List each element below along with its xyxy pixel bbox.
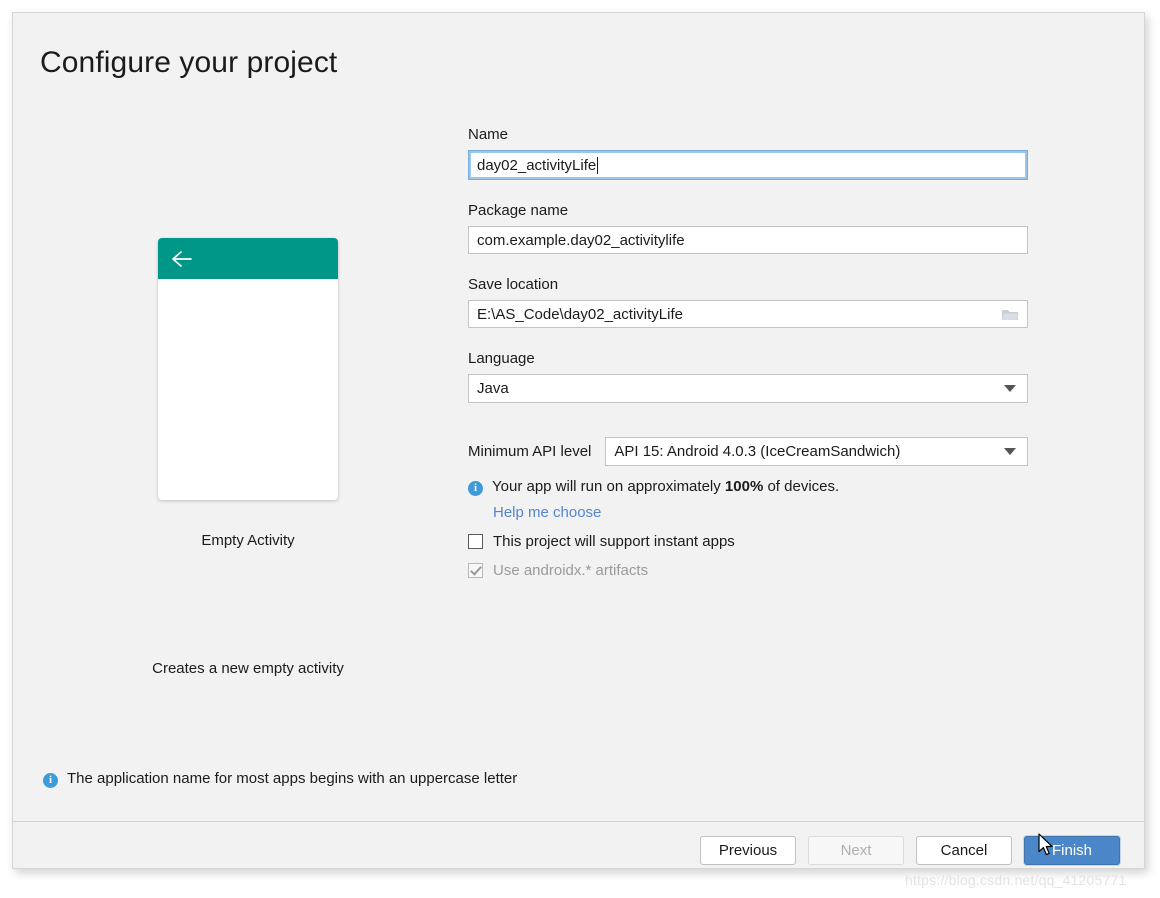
chevron-down-icon [1004, 448, 1016, 455]
help-me-choose-link[interactable]: Help me choose [493, 504, 601, 521]
minimum-api-row: Minimum API level API 15: Android 4.0.3 … [468, 437, 1028, 466]
language-select-value: Java [477, 380, 509, 397]
language-select[interactable]: Java [468, 374, 1028, 403]
api-coverage-prefix: Your app will run on approximately [492, 478, 725, 495]
package-name-input-value: com.example.day02_activitylife [477, 231, 685, 249]
api-coverage-text: Your app will run on approximately 100% … [492, 478, 839, 495]
name-input[interactable]: day02_activityLife [468, 150, 1028, 180]
footer-divider [13, 821, 1144, 822]
androidx-checkbox [468, 563, 483, 578]
status-message: i The application name for most apps beg… [43, 770, 517, 788]
previous-button[interactable]: Previous [700, 836, 796, 865]
api-coverage-info: i Your app will run on approximately 100… [468, 478, 1028, 496]
name-input-value: day02_activityLife [477, 156, 597, 174]
page-title: Configure your project [40, 46, 338, 79]
minimum-api-select-value: API 15: Android 4.0.3 (IceCreamSandwich) [614, 443, 901, 460]
project-config-form: Name day02_activityLife Package name com… [468, 126, 1028, 579]
api-coverage-percent: 100% [724, 478, 764, 495]
template-preview-panel: Empty Activity Creates a new empty activ… [43, 238, 453, 677]
finish-button[interactable]: Finish [1024, 836, 1120, 865]
minimum-api-label: Minimum API level [468, 443, 592, 460]
template-description-label: Creates a new empty activity [152, 660, 344, 677]
watermark-text: https://blog.csdn.net/qq_41205771 [905, 872, 1127, 888]
minimum-api-select[interactable]: API 15: Android 4.0.3 (IceCreamSandwich) [605, 437, 1028, 466]
arrow-left-icon [171, 250, 193, 273]
language-field-group: Language Java [468, 350, 1028, 403]
dialog-footer: Previous Next Cancel Finish [700, 836, 1120, 865]
preview-appbar [158, 238, 338, 279]
instant-apps-checkbox[interactable] [468, 534, 483, 549]
template-name-label: Empty Activity [201, 532, 295, 549]
info-icon: i [43, 773, 58, 788]
instant-apps-checkbox-row[interactable]: This project will support instant apps [468, 533, 1028, 550]
save-location-input-value: E:\AS_Code\day02_activityLife [477, 305, 683, 323]
androidx-label: Use androidx.* artifacts [493, 562, 649, 579]
next-button: Next [808, 836, 904, 865]
save-location-input[interactable]: E:\AS_Code\day02_activityLife [468, 300, 1028, 328]
androidx-checkbox-row: Use androidx.* artifacts [468, 562, 1028, 579]
name-label: Name [468, 126, 509, 143]
chevron-down-icon [1004, 385, 1016, 392]
save-location-label: Save location [468, 276, 559, 293]
save-location-field-group: Save location E:\AS_Code\day02_activityL… [468, 276, 1028, 328]
package-name-field-group: Package name com.example.day02_activityl… [468, 202, 1028, 254]
folder-icon[interactable] [1001, 307, 1020, 322]
configure-project-dialog: Configure your project Empty Activity Cr… [12, 12, 1145, 869]
text-caret [597, 156, 599, 174]
name-field-group: Name day02_activityLife [468, 126, 1028, 180]
instant-apps-label: This project will support instant apps [493, 533, 735, 550]
package-name-input[interactable]: com.example.day02_activitylife [468, 226, 1028, 254]
cancel-button[interactable]: Cancel [916, 836, 1012, 865]
template-preview-card [158, 238, 338, 500]
api-coverage-suffix: of devices. [763, 478, 840, 495]
package-name-label: Package name [468, 202, 569, 219]
status-message-text: The application name for most apps begin… [67, 770, 518, 787]
language-label: Language [468, 350, 535, 367]
info-icon: i [468, 481, 483, 496]
